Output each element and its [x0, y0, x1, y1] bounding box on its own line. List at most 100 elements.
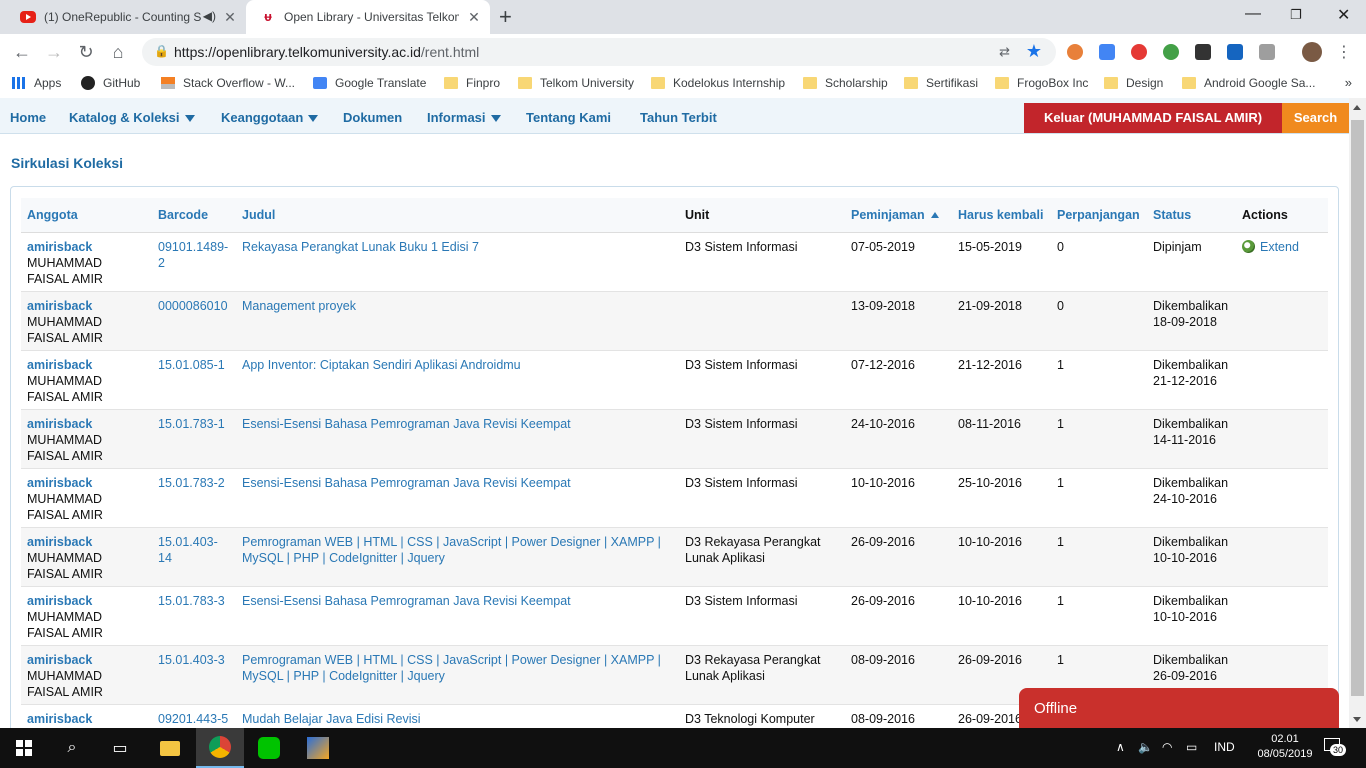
cell-judul[interactable]: Management proyek	[236, 291, 679, 351]
bookmark-design[interactable]: Design	[1104, 76, 1163, 90]
nav-home[interactable]: Home	[10, 110, 46, 125]
nav-tahun-terbit[interactable]: Tahun Terbit	[640, 110, 717, 125]
tab-open-library[interactable]: ᵾ Open Library - Universitas Telkom ✕	[246, 0, 490, 34]
column-judul[interactable]: Judul	[236, 198, 679, 232]
page-scrollbar[interactable]	[1349, 98, 1366, 728]
nav-informasi[interactable]: Informasi	[427, 110, 501, 125]
column-harus-kembali[interactable]: Harus kembali	[952, 198, 1051, 232]
cell-barcode[interactable]: 09201.443-5	[152, 704, 236, 728]
close-tab-icon[interactable]: ✕	[466, 9, 482, 25]
bookmark-star-icon[interactable]: ★	[1026, 41, 1042, 62]
search-icon[interactable]: ⌕	[48, 728, 96, 768]
clock[interactable]: 02.01 08/05/2019	[1250, 732, 1320, 762]
bookmark-scholarship[interactable]: Scholarship	[803, 76, 888, 90]
member-username[interactable]: amirisback	[27, 711, 146, 727]
tray-chevron-icon[interactable]: ∧	[1116, 740, 1125, 754]
line-icon[interactable]	[245, 728, 293, 768]
minimize-icon[interactable]: —	[1245, 5, 1261, 23]
cell-judul[interactable]: Rekayasa Perangkat Lunak Buku 1 Edisi 7	[236, 232, 679, 292]
close-tab-icon[interactable]: ✕	[222, 9, 238, 25]
bookmark-frogobox[interactable]: FrogoBox Inc	[995, 76, 1088, 90]
extension-icon[interactable]	[1099, 44, 1115, 60]
extension-icon[interactable]	[1067, 44, 1083, 60]
reload-icon[interactable]: ↻	[75, 41, 97, 63]
cell-barcode[interactable]: 15.01.783-2	[152, 468, 236, 528]
member-username[interactable]: amirisback	[27, 298, 146, 314]
address-bar[interactable]: 🔒 https://openlibrary.telkomuniversity.a…	[142, 38, 1056, 66]
menu-icon[interactable]: ⋮	[1336, 42, 1352, 62]
cell-barcode[interactable]: 15.01.783-3	[152, 586, 236, 646]
cell-barcode[interactable]: 15.01.783-1	[152, 409, 236, 469]
member-username[interactable]: amirisback	[27, 239, 146, 255]
bookmark-android-google[interactable]: Android Google Sa...	[1182, 76, 1315, 90]
translate-icon[interactable]: ⇄	[999, 44, 1010, 60]
scroll-down-icon[interactable]	[1353, 717, 1361, 722]
cell-judul[interactable]: Esensi-Esensi Bahasa Pemrograman Java Re…	[236, 468, 679, 528]
battery-icon[interactable]: ▭	[1186, 740, 1197, 754]
new-tab-icon[interactable]: +	[499, 6, 512, 28]
nav-dokumen[interactable]: Dokumen	[343, 110, 402, 125]
home-icon[interactable]: ⌂	[107, 41, 129, 63]
scroll-up-icon[interactable]	[1353, 105, 1361, 110]
member-username[interactable]: amirisback	[27, 475, 146, 491]
member-username[interactable]: amirisback	[27, 534, 146, 550]
cell-judul[interactable]: App Inventor: Ciptakan Sendiri Aplikasi …	[236, 350, 679, 410]
maximize-icon[interactable]: ❐	[1290, 7, 1302, 23]
logout-button[interactable]: Keluar (MUHAMMAD FAISAL AMIR)	[1024, 103, 1282, 133]
bookmark-telkom-university[interactable]: Telkom University	[518, 76, 634, 90]
member-username[interactable]: amirisback	[27, 357, 146, 373]
bookmark-google-translate[interactable]: Google Translate	[313, 76, 426, 90]
lock-icon[interactable]: 🔒	[154, 44, 169, 58]
column-status[interactable]: Status	[1147, 198, 1236, 232]
bookmark-finpro[interactable]: Finpro	[444, 76, 500, 90]
cell-judul[interactable]: Esensi-Esensi Bahasa Pemrograman Java Re…	[236, 586, 679, 646]
cell-barcode[interactable]: 0000086010	[152, 291, 236, 351]
file-explorer-icon[interactable]	[146, 728, 194, 768]
extension-icon[interactable]	[1259, 44, 1275, 60]
cell-barcode[interactable]: 15.01.403-14	[152, 527, 236, 587]
extension-icon[interactable]	[1131, 44, 1147, 60]
wifi-icon[interactable]: ◠	[1162, 740, 1172, 754]
offline-chat-widget[interactable]: Offline	[1019, 688, 1339, 728]
cell-judul[interactable]: Mudah Belajar Java Edisi Revisi	[236, 704, 679, 728]
cell-barcode[interactable]: 15.01.085-1	[152, 350, 236, 410]
tab-onerepublic[interactable]: (1) OneRepublic - Counting S ◀) ✕	[8, 0, 246, 34]
language-indicator[interactable]: IND	[1214, 740, 1235, 754]
extension-icon[interactable]	[1227, 44, 1243, 60]
back-icon[interactable]: ←	[11, 41, 33, 63]
column-perpanjangan[interactable]: Perpanjangan	[1051, 198, 1147, 232]
url-text[interactable]: https://openlibrary.telkomuniversity.ac.…	[174, 44, 479, 60]
chrome-icon[interactable]	[196, 728, 244, 768]
start-button[interactable]	[0, 728, 48, 768]
speaker-icon[interactable]: ◀)	[203, 9, 216, 23]
member-username[interactable]: amirisback	[27, 593, 146, 609]
column-anggota[interactable]: Anggota	[21, 198, 152, 232]
extend-button[interactable]: Extend	[1242, 239, 1299, 255]
cell-barcode[interactable]: 09101.1489-2	[152, 232, 236, 292]
search-button[interactable]: Search	[1282, 103, 1349, 133]
member-username[interactable]: amirisback	[27, 652, 146, 668]
bookmark-sertifikasi[interactable]: Sertifikasi	[904, 76, 978, 90]
task-view-icon[interactable]: ▭	[96, 728, 144, 768]
notification-icon[interactable]: 30	[1324, 738, 1347, 756]
window-close-icon[interactable]: ✕	[1337, 5, 1350, 25]
forward-icon[interactable]: →	[43, 41, 65, 63]
nav-keanggotaan[interactable]: Keanggotaan	[221, 110, 319, 125]
bookmark-apps[interactable]: Apps	[12, 76, 61, 90]
bookmark-stackoverflow[interactable]: Stack Overflow - W...	[161, 76, 295, 90]
bookmark-kodelokus[interactable]: Kodelokus Internship	[651, 76, 785, 90]
cell-judul[interactable]: Esensi-Esensi Bahasa Pemrograman Java Re…	[236, 409, 679, 469]
bookmark-github[interactable]: GitHub	[81, 76, 140, 90]
nav-tentang-kami[interactable]: Tentang Kami	[526, 110, 611, 125]
cell-judul[interactable]: Pemrograman WEB | HTML | CSS | JavaScrip…	[236, 527, 679, 587]
extension-icon[interactable]	[1195, 44, 1211, 60]
column-peminjaman[interactable]: Peminjaman	[845, 198, 952, 232]
profile-avatar[interactable]	[1302, 42, 1322, 62]
bookmarks-overflow-icon[interactable]: »	[1345, 75, 1352, 90]
cell-barcode[interactable]: 15.01.403-3	[152, 645, 236, 705]
extension-icon[interactable]	[1163, 44, 1179, 60]
member-username[interactable]: amirisback	[27, 416, 146, 432]
nav-katalog[interactable]: Katalog & Koleksi	[69, 110, 195, 125]
cell-judul[interactable]: Pemrograman WEB | HTML | CSS | JavaScrip…	[236, 645, 679, 705]
scrollbar-thumb[interactable]	[1351, 120, 1364, 696]
